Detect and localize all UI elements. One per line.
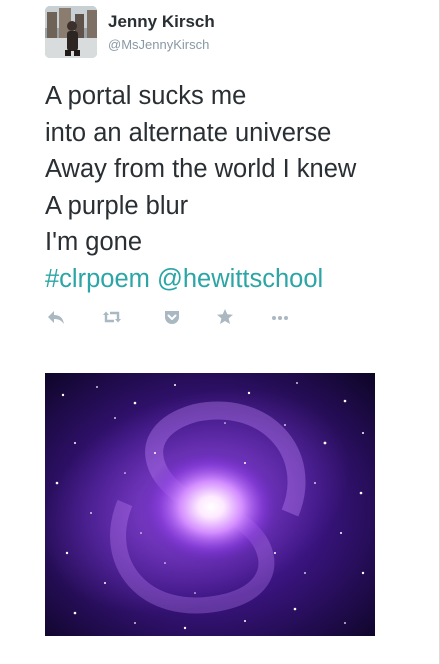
more-icon [272, 316, 288, 320]
tweet-card: Jenny Kirsch @MsJennyKirsch A portal suc… [0, 0, 440, 664]
pocket-icon [165, 311, 179, 324]
favorite-button[interactable] [214, 306, 236, 328]
user-handle[interactable]: @MsJennyKirsch [108, 37, 209, 52]
favorite-icon [217, 309, 233, 324]
retweet-icon [103, 311, 121, 323]
reply-icon [48, 311, 64, 324]
tweet-line: A purple blur [45, 191, 189, 220]
mention-link[interactable]: @hewittschool [157, 265, 323, 293]
tweet-line: into an alternate universe [45, 118, 332, 147]
purple-galaxy-image-icon [45, 373, 375, 636]
display-name[interactable]: Jenny Kirsch [108, 12, 215, 32]
tweet-media-image[interactable] [45, 373, 375, 636]
tweet-actions [45, 306, 305, 328]
tweet-line: I'm gone [45, 228, 143, 256]
tweet-text: A portal sucks me into an alternate univ… [45, 78, 435, 297]
reply-button[interactable] [45, 306, 67, 328]
pocket-button[interactable] [161, 306, 183, 328]
profile-photo-icon [45, 6, 97, 58]
tweet-line: A portal sucks me [45, 82, 247, 110]
retweet-button[interactable] [101, 306, 123, 328]
tweet-line: Away from the world I knew [45, 155, 357, 183]
hashtag-link[interactable]: #clrpoem [45, 265, 150, 293]
avatar[interactable] [45, 6, 97, 58]
tweet-links-line: #clrpoem @hewittschool [45, 261, 435, 298]
more-button[interactable] [269, 306, 291, 328]
